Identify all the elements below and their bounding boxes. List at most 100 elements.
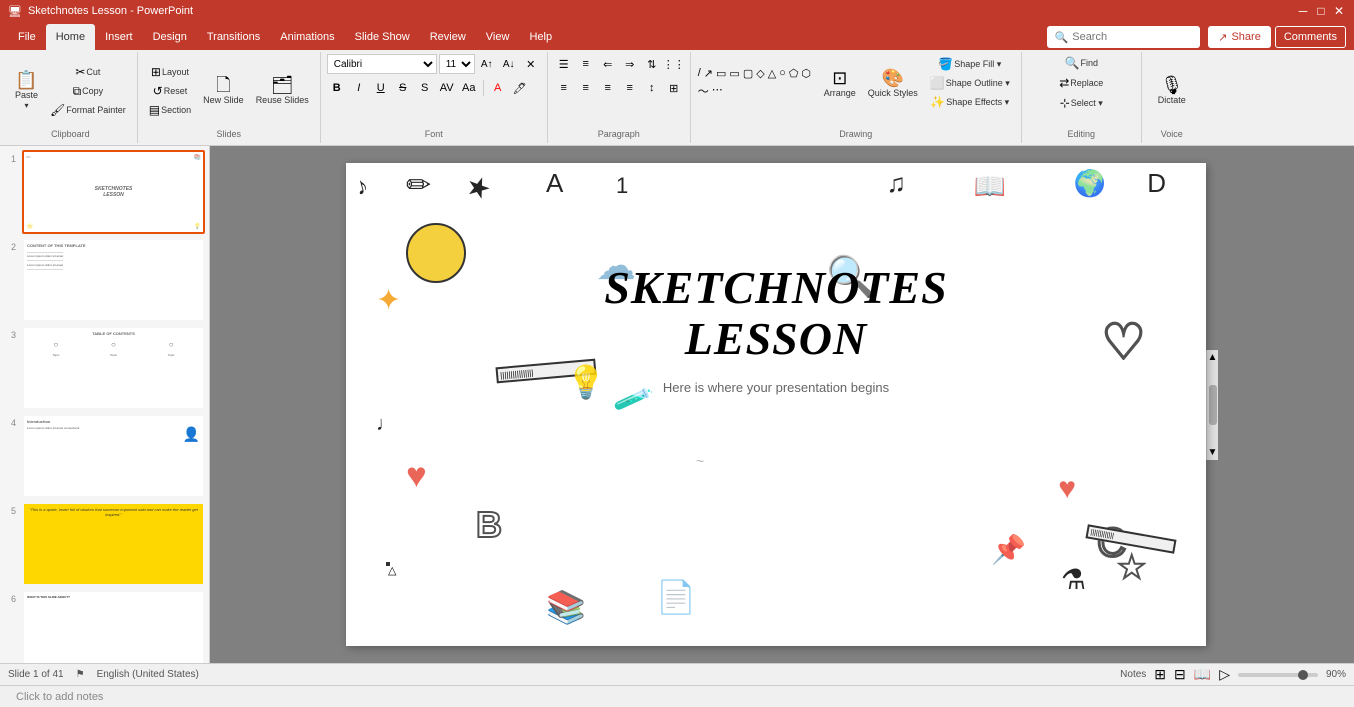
paste-button[interactable]: 📋 Paste ▾: [10, 62, 43, 120]
replace-button[interactable]: ⇄ Replace: [1054, 74, 1108, 92]
copy-button[interactable]: ⧉ Copy: [45, 82, 131, 100]
tab-view[interactable]: View: [476, 24, 520, 50]
zoom-slider[interactable]: [1238, 673, 1318, 677]
strikethrough-button[interactable]: S: [393, 78, 413, 98]
find-button[interactable]: 🔍 Find: [1060, 54, 1103, 72]
shape-rect2[interactable]: ▭: [728, 66, 740, 81]
tab-slideshow[interactable]: Slide Show: [345, 24, 420, 50]
italic-button[interactable]: I: [349, 78, 369, 98]
slide-item-4[interactable]: 4 Introduction Lorem ipsum dolor sit ame…: [4, 414, 205, 498]
shape-rect[interactable]: ▭: [715, 66, 727, 81]
line-spacing-button[interactable]: ↕: [642, 78, 662, 98]
notes-bar[interactable]: Click to add notes: [0, 685, 1354, 707]
shape-outline-button[interactable]: ⬜ Shape Outline ▾: [925, 74, 1015, 92]
bullets-button[interactable]: ☰: [554, 54, 574, 74]
tab-design[interactable]: Design: [143, 24, 197, 50]
comments-button[interactable]: Comments: [1275, 26, 1346, 48]
quick-styles-button[interactable]: 🎨 Quick Styles: [863, 54, 923, 112]
shape-arrow[interactable]: ↗: [703, 66, 714, 81]
tab-transitions[interactable]: Transitions: [197, 24, 270, 50]
vertical-scrollbar[interactable]: ▲ ▼: [1206, 350, 1218, 460]
layout-button[interactable]: ⊞ Layout: [144, 63, 196, 81]
minimize-button[interactable]: ─: [1296, 4, 1310, 18]
smartart-button[interactable]: ⊞: [664, 78, 684, 98]
tab-review[interactable]: Review: [420, 24, 476, 50]
numbering-button[interactable]: ≡: [576, 54, 596, 74]
reading-view-button[interactable]: 📖: [1194, 666, 1211, 683]
align-center-button[interactable]: ≡: [576, 78, 596, 98]
shape-line[interactable]: /: [697, 66, 702, 81]
slide-sorter-button[interactable]: ⊟: [1174, 666, 1186, 683]
tab-animations[interactable]: Animations: [270, 24, 344, 50]
slide-canvas[interactable]: ♪ ✏ ★ A 1 ♫ 📖 🌍 D ☁ 🔍 ✦ ||||||||||||||||…: [346, 163, 1206, 646]
normal-view-button[interactable]: ⊞: [1154, 666, 1166, 683]
new-slide-button[interactable]: 🗋 New Slide: [198, 62, 249, 120]
thumb1-deco-bl: ⭐: [26, 223, 33, 230]
shape-diamond[interactable]: ◇: [755, 66, 765, 81]
align-right-button[interactable]: ≡: [598, 78, 618, 98]
slide-item-5[interactable]: 5 "This is a quote, insert full of wisdo…: [4, 502, 205, 586]
slide-thumb-6[interactable]: WHAT IS THIS SLIDE ABOUT?: [22, 590, 205, 663]
shape-fill-button[interactable]: 🪣 Shape Fill ▾: [925, 55, 1015, 73]
thumb4-content: Lorem ipsum dolor sit amet consectetur 👤: [27, 426, 200, 443]
slide-thumb-2[interactable]: CONTENT OF THIS TEMPLATE ───────────────…: [22, 238, 205, 322]
slide-item-3[interactable]: 3 TABLE OF CONTENTS ○Topic ○Topic ○Topic: [4, 326, 205, 410]
tab-file[interactable]: File: [8, 24, 46, 50]
scroll-up-button[interactable]: ▲: [1206, 350, 1220, 365]
scrollbar-thumb[interactable]: [1209, 385, 1217, 425]
shadow-button[interactable]: S: [415, 78, 435, 98]
slide-item-6[interactable]: 6 WHAT IS THIS SLIDE ABOUT?: [4, 590, 205, 663]
shape-triangle[interactable]: △: [767, 66, 777, 81]
slideshow-button[interactable]: ▷: [1219, 666, 1230, 683]
indent-increase-button[interactable]: ⇒: [620, 54, 640, 74]
slide-item-1[interactable]: 1 SKETCHNOTESLESSON ✏ 📚 ⭐ 💡: [4, 150, 205, 234]
shape-circle[interactable]: ○: [778, 66, 787, 81]
shape-rounded[interactable]: ▢: [742, 66, 754, 81]
indent-decrease-button[interactable]: ⇐: [598, 54, 618, 74]
bold-button[interactable]: B: [327, 78, 347, 98]
slide-thumb-4[interactable]: Introduction Lorem ipsum dolor sit amet …: [22, 414, 205, 498]
shape-hex[interactable]: ⬡: [800, 66, 812, 81]
dictate-button[interactable]: 🎙 Dictate: [1153, 62, 1191, 120]
font-name-select[interactable]: Calibri: [327, 54, 437, 74]
shape-effects-button[interactable]: ✨ Shape Effects ▾: [925, 93, 1015, 111]
paragraph-group: ☰ ≡ ⇐ ⇒ ⇅ ⋮⋮ ≡ ≡ ≡ ≡ ↕ ⊞ Paragraph: [548, 52, 691, 143]
underline-button[interactable]: U: [371, 78, 391, 98]
font-decrease-button[interactable]: A↓: [499, 54, 519, 74]
columns-button[interactable]: ⋮⋮: [664, 54, 684, 74]
char-spacing-button[interactable]: AV: [437, 78, 457, 98]
change-case-button[interactable]: Aa: [459, 78, 479, 98]
align-left-button[interactable]: ≡: [554, 78, 574, 98]
shape-curves[interactable]: 〜: [697, 82, 710, 100]
font-size-select[interactable]: 11: [439, 54, 475, 74]
slide-thumb-3[interactable]: TABLE OF CONTENTS ○Topic ○Topic ○Topic: [22, 326, 205, 410]
scroll-down-button[interactable]: ▼: [1206, 445, 1220, 460]
highlight-button[interactable]: 🖊: [510, 78, 530, 98]
thumb1-deco-tl: ✏: [26, 154, 31, 161]
font-color-button[interactable]: A: [488, 78, 508, 98]
maximize-button[interactable]: □: [1314, 4, 1328, 18]
clear-format-button[interactable]: ✕: [521, 54, 541, 74]
section-button[interactable]: ▤ Section: [144, 101, 196, 119]
text-direction-button[interactable]: ⇅: [642, 54, 662, 74]
notes-button[interactable]: Notes: [1120, 669, 1146, 680]
slide-thumb-1[interactable]: SKETCHNOTESLESSON ✏ 📚 ⭐ 💡: [22, 150, 205, 234]
shape-more[interactable]: ⋯: [711, 82, 724, 100]
tab-home[interactable]: Home: [46, 24, 95, 50]
close-button[interactable]: ✕: [1332, 4, 1346, 18]
share-button[interactable]: ↗ Share: [1208, 26, 1271, 48]
justify-button[interactable]: ≡: [620, 78, 640, 98]
arrange-button[interactable]: ⊡ Arrange: [819, 54, 861, 112]
reuse-slides-button[interactable]: 🗂 Reuse Slides: [251, 62, 314, 120]
cut-button[interactable]: ✂ Cut: [45, 63, 131, 81]
reset-button[interactable]: ↺ Reset: [144, 82, 196, 100]
slide-item-2[interactable]: 2 CONTENT OF THIS TEMPLATE ─────────────…: [4, 238, 205, 322]
tab-insert[interactable]: Insert: [95, 24, 143, 50]
font-increase-button[interactable]: A↑: [477, 54, 497, 74]
format-painter-button[interactable]: 🖌 Format Painter: [45, 101, 131, 119]
slide-thumb-5[interactable]: "This is a quote, insert full of wisdom …: [22, 502, 205, 586]
tab-help[interactable]: Help: [519, 24, 562, 50]
select-button[interactable]: ⊹ Select ▾: [1055, 94, 1108, 112]
shape-pentagon[interactable]: ⬠: [788, 66, 800, 81]
search-input[interactable]: [1072, 31, 1192, 43]
